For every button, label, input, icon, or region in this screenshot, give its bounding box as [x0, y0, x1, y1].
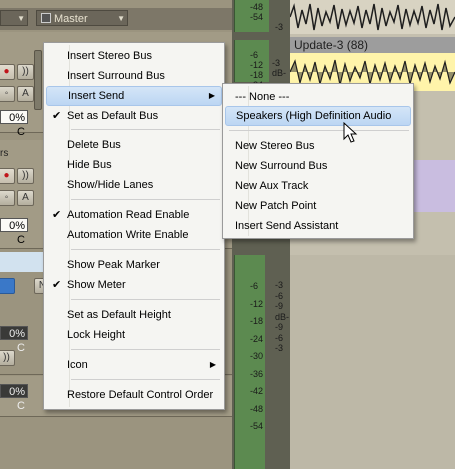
meter-scale-mid-r: -3 dB- — [272, 58, 287, 78]
checkmark-icon: ✔ — [52, 279, 62, 291]
menu-separator — [71, 129, 220, 130]
pan-value[interactable]: 0% C — [0, 326, 28, 354]
submenu-item-none[interactable]: --- None --- — [225, 87, 411, 107]
meter-scale-top: -48 -54 — [250, 2, 264, 22]
menu-item-icon[interactable]: Icon ▶ — [46, 355, 222, 375]
submenu-item-new-patch-point[interactable]: New Patch Point — [225, 196, 411, 216]
menu-separator — [71, 349, 220, 350]
menu-item-automation-write-enable[interactable]: Automation Write Enable — [46, 225, 222, 245]
clip-title[interactable]: Update-3 (88) — [290, 37, 455, 53]
automation-button[interactable]: A — [17, 190, 34, 206]
pan-value[interactable]: 0% C — [0, 110, 28, 138]
empty-track-area — [290, 255, 455, 469]
menu-item-insert-stereo-bus[interactable]: Insert Stereo Bus — [46, 46, 222, 66]
automation-button[interactable]: A — [17, 86, 34, 102]
checkmark-icon: ✔ — [52, 110, 62, 122]
menu-item-lock-height[interactable]: Lock Height — [46, 325, 222, 345]
input-echo-button[interactable]: )) — [0, 350, 15, 366]
output-icon — [41, 13, 51, 23]
menu-separator — [229, 130, 409, 131]
bus-context-menu: Insert Stereo Bus Insert Surround Bus In… — [43, 42, 225, 410]
submenu-arrow-icon: ▶ — [208, 91, 215, 100]
pan-value[interactable]: 0% C — [0, 384, 28, 412]
submenu-item-speakers[interactable]: Speakers (High Definition Audio — [225, 106, 411, 126]
solo-button[interactable]: ◦ — [0, 190, 15, 206]
solo-button[interactable]: ◦ — [0, 86, 15, 102]
submenu-arrow-icon: ▶ — [209, 360, 216, 369]
checkmark-icon: ✔ — [52, 209, 62, 221]
menu-item-show-peak-marker[interactable]: Show Peak Marker — [46, 255, 222, 275]
strip-name-stub: rs — [0, 148, 9, 159]
bus-header-bar: ▼ Master ▼ — [0, 8, 232, 30]
menu-item-restore-default-control-order[interactable]: Restore Default Control Order — [46, 385, 222, 405]
insert-send-submenu: --- None --- Speakers (High Definition A… — [222, 83, 414, 239]
meter-scale-bottom: -6 -12 -18 -24 -30 -36 -42 -48 -54 — [250, 281, 264, 431]
input-echo-button[interactable]: )) — [17, 64, 34, 80]
submenu-item-new-surround-bus[interactable]: New Surround Bus — [225, 156, 411, 176]
record-arm-button[interactable]: ● — [0, 168, 15, 184]
menu-separator — [71, 199, 220, 200]
input-echo-button[interactable]: )) — [17, 168, 34, 184]
monitor-button[interactable] — [0, 278, 15, 294]
record-arm-button[interactable]: ● — [0, 64, 15, 80]
menu-separator — [71, 299, 220, 300]
clip-waveform-top — [290, 0, 455, 34]
menu-item-set-default-bus[interactable]: ✔ Set as Default Bus — [46, 106, 222, 126]
menu-item-automation-read-enable[interactable]: ✔ Automation Read Enable — [46, 205, 222, 225]
menu-item-hide-bus[interactable]: Hide Bus — [46, 155, 222, 175]
menu-item-show-hide-lanes[interactable]: Show/Hide Lanes — [46, 175, 222, 195]
menu-item-set-default-height[interactable]: Set as Default Height — [46, 305, 222, 325]
fader-slot[interactable] — [34, 50, 42, 110]
submenu-item-new-aux-track[interactable]: New Aux Track — [225, 176, 411, 196]
bus-output-select[interactable]: Master ▼ — [36, 10, 128, 26]
selected-strip-header — [0, 252, 48, 272]
menu-item-insert-send[interactable]: Insert Send ▶ — [46, 86, 222, 106]
chevron-down-icon: ▼ — [117, 14, 125, 23]
output-label: Master — [54, 13, 88, 25]
menu-item-insert-surround-bus[interactable]: Insert Surround Bus — [46, 66, 222, 86]
submenu-item-insert-send-assistant[interactable]: Insert Send Assistant — [225, 216, 411, 236]
mouse-pointer-icon — [343, 122, 358, 143]
menu-item-delete-bus[interactable]: Delete Bus — [46, 135, 222, 155]
pan-value[interactable]: 0% C — [0, 218, 28, 246]
menu-separator — [71, 379, 220, 380]
bus-input-select[interactable]: ▼ — [0, 10, 28, 26]
submenu-item-new-stereo-bus[interactable]: New Stereo Bus — [225, 136, 411, 156]
menu-separator — [71, 249, 220, 250]
menu-item-show-meter[interactable]: ✔ Show Meter — [46, 275, 222, 295]
